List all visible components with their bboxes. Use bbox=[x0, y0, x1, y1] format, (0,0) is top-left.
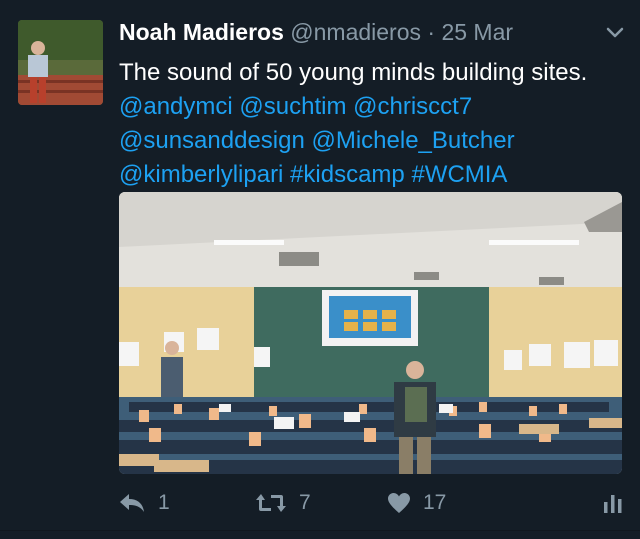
author-name[interactable]: Noah Madieros bbox=[119, 19, 284, 45]
reply-icon bbox=[120, 494, 144, 512]
heart-icon bbox=[388, 493, 410, 513]
avatar[interactable] bbox=[18, 20, 103, 105]
tweet-text: The sound of 50 young minds building sit… bbox=[119, 56, 629, 192]
tweet-mentions[interactable]: @andymci @suchtim @chriscct7 bbox=[119, 90, 629, 124]
chevron-down-icon[interactable] bbox=[604, 22, 626, 44]
tweet-mentions-hashtags[interactable]: @kimberlylipari #kidscamp #WCMIA bbox=[119, 158, 629, 192]
tweet-header: Noah Madieros @nmadieros · 25 Mar bbox=[119, 18, 513, 46]
classroom-photo bbox=[119, 192, 622, 474]
retweet-icon bbox=[256, 494, 286, 512]
analytics-icon bbox=[604, 495, 622, 513]
tweet-text-line: The sound of 50 young minds building sit… bbox=[119, 59, 588, 86]
avatar-photo bbox=[18, 20, 103, 105]
retweet-count: 7 bbox=[299, 491, 311, 514]
like-button[interactable]: 17 bbox=[387, 490, 446, 516]
author-handle[interactable]: @nmadieros bbox=[290, 19, 421, 45]
reply-count: 1 bbox=[158, 491, 170, 514]
analytics-button[interactable] bbox=[603, 490, 623, 516]
tweet-card[interactable]: Noah Madieros @nmadieros · 25 Mar The so… bbox=[0, 0, 640, 539]
retweet-button[interactable]: 7 bbox=[255, 490, 311, 516]
like-count: 17 bbox=[423, 491, 447, 514]
tweet-date[interactable]: 25 Mar bbox=[441, 19, 513, 45]
tweet-mentions[interactable]: @sunsanddesign @Michele_Butcher bbox=[119, 124, 629, 158]
separator-dot: · bbox=[427, 19, 436, 45]
tweet-photo[interactable] bbox=[119, 192, 622, 474]
reply-button[interactable]: 1 bbox=[118, 490, 170, 516]
tweet-actions: 1 7 17 bbox=[0, 482, 640, 522]
